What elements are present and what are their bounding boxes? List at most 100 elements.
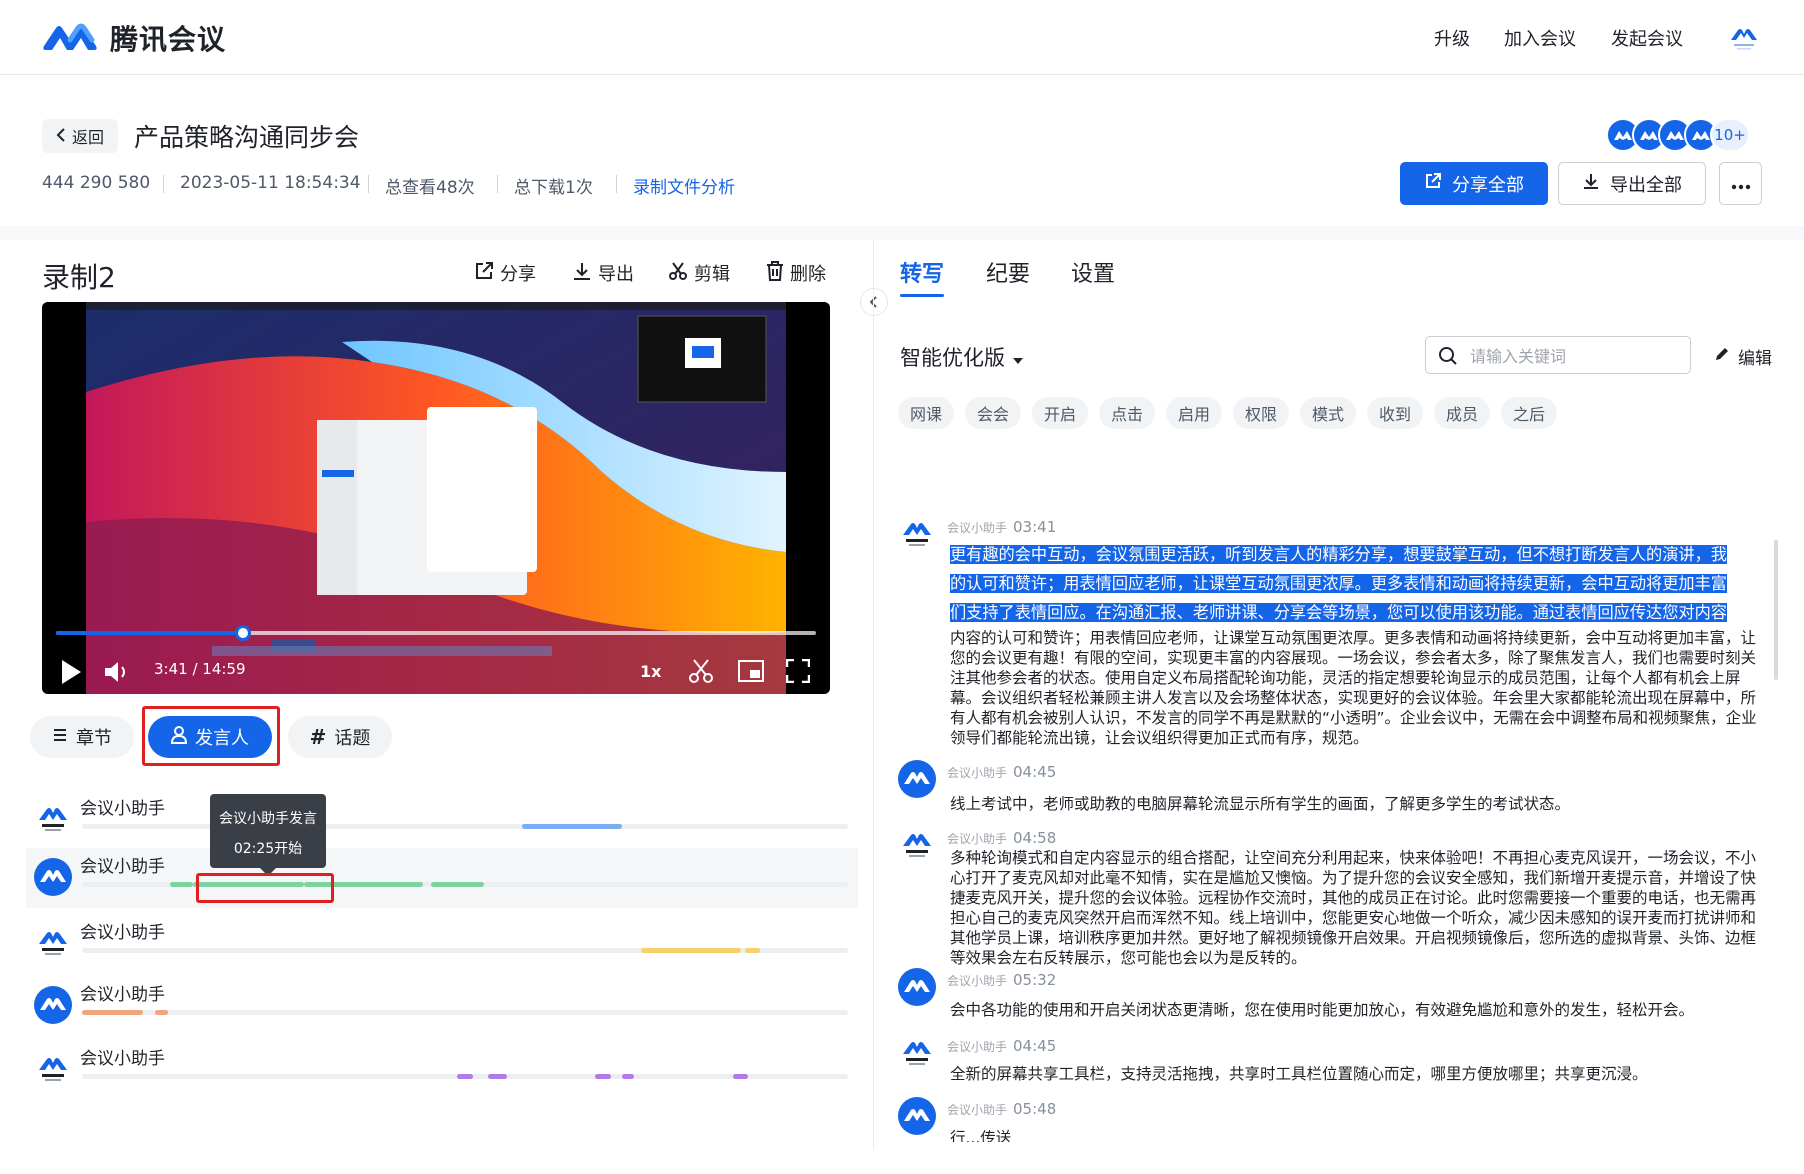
version-dropdown[interactable]: 智能优化版 bbox=[900, 342, 1024, 372]
keyword-tag[interactable]: 成员 bbox=[1434, 397, 1491, 429]
video-progress-handle[interactable] bbox=[234, 625, 251, 641]
meta-divider bbox=[497, 175, 498, 193]
selected-text[interactable]: 更有趣的会中互动，会议氛围更活跃，听到发言人的精彩分享，想要鼓掌互动，但不想打断… bbox=[950, 545, 1727, 564]
transcript-timestamp[interactable]: 04:58 bbox=[1013, 829, 1056, 847]
edit-recording-button[interactable]: 剪辑 bbox=[668, 260, 730, 286]
video-progress-track[interactable] bbox=[56, 631, 816, 635]
keyword-tag[interactable]: 模式 bbox=[1300, 397, 1357, 429]
transcript-timestamp[interactable]: 05:32 bbox=[1013, 971, 1056, 989]
speaker-segment[interactable] bbox=[595, 1074, 611, 1079]
speaker-avatar bbox=[34, 1050, 72, 1088]
video-player[interactable]: 3:41 / 14:59 1x bbox=[42, 302, 830, 694]
fullscreen-icon[interactable] bbox=[785, 658, 811, 687]
scissors-icon[interactable] bbox=[688, 658, 714, 688]
user-avatar[interactable] bbox=[1728, 22, 1760, 54]
transcript-text[interactable]: 内容的认可和赞许；用表情回应老师，让课堂互动氛围更浓厚。更多表情和动画将持续更新… bbox=[950, 628, 1768, 748]
transcript-speaker: 会议小助手 bbox=[947, 1040, 1008, 1054]
transcript-timestamp[interactable]: 03:41 bbox=[1013, 518, 1056, 536]
tencent-meeting-logo-icon[interactable] bbox=[42, 18, 104, 58]
speaker-segment[interactable] bbox=[641, 948, 741, 953]
speaker-row[interactable]: 会议小助手 bbox=[26, 914, 858, 974]
upgrade-link[interactable]: 升级 bbox=[1434, 25, 1470, 51]
speaker-segment[interactable] bbox=[522, 824, 623, 829]
version-label: 智能优化版 bbox=[900, 346, 1005, 370]
playback-speed-button[interactable]: 1x bbox=[640, 662, 661, 681]
keyword-tag[interactable]: 开启 bbox=[1032, 397, 1089, 429]
speaker-segment[interactable] bbox=[622, 1074, 634, 1079]
play-icon[interactable] bbox=[60, 659, 82, 689]
picture-in-picture-icon[interactable] bbox=[738, 660, 764, 686]
tab-chapters[interactable]: 章节 bbox=[30, 716, 134, 758]
highlight-box bbox=[142, 706, 280, 766]
selected-text[interactable]: 的认可和赞许；用表情回应老师，让课堂互动氛围更浓厚。更多表情和动画将持续更新，会… bbox=[950, 574, 1727, 593]
export-all-button[interactable]: 导出全部 bbox=[1558, 162, 1706, 205]
video-time-display: 3:41 / 14:59 bbox=[154, 660, 246, 678]
keyword-search-input[interactable]: 请输入关键词 bbox=[1425, 336, 1691, 374]
recording-analysis-link[interactable]: 录制文件分析 bbox=[633, 173, 735, 198]
tab-transcript[interactable]: 转写 bbox=[900, 256, 944, 288]
share-all-button[interactable]: 分享全部 bbox=[1400, 162, 1548, 205]
meta-divider bbox=[616, 175, 617, 193]
speaker-timeline[interactable] bbox=[82, 824, 848, 829]
meeting-id: 444 290 580 bbox=[42, 173, 151, 193]
export-all-label: 导出全部 bbox=[1610, 174, 1682, 196]
speaker-segment[interactable] bbox=[744, 948, 760, 953]
speaker-segment[interactable] bbox=[457, 1074, 473, 1079]
selected-text[interactable]: 们支持了表情回应。在沟通汇报、老师讲课、分享会等场景，您可以使用该功能。通过表情… bbox=[950, 603, 1727, 622]
transcript-entry-header: 会议小助手 05:32 bbox=[947, 971, 1056, 989]
keyword-tag[interactable]: 收到 bbox=[1367, 397, 1424, 429]
speaker-segment[interactable] bbox=[154, 1010, 168, 1015]
edit-transcript-button[interactable]: 编辑 bbox=[1714, 344, 1772, 369]
speaker-segment[interactable] bbox=[82, 1010, 144, 1015]
tab-topics[interactable]: # 话题 bbox=[288, 716, 392, 758]
tab-minutes[interactable]: 纪要 bbox=[986, 256, 1030, 288]
selected-transcript-line[interactable]: 更有趣的会中互动，会议氛围更活跃，听到发言人的精彩分享，想要鼓掌互动，但不想打断… bbox=[950, 543, 1768, 567]
speaker-row[interactable]: 会议小助手 bbox=[26, 1040, 858, 1100]
more-options-button[interactable] bbox=[1719, 162, 1762, 205]
keyword-tag[interactable]: 之后 bbox=[1501, 397, 1558, 429]
transcript-timestamp[interactable]: 04:45 bbox=[1013, 1037, 1056, 1055]
speaker-row[interactable]: 会议小助手 bbox=[26, 790, 858, 850]
keyword-tag[interactable]: 点击 bbox=[1099, 397, 1156, 429]
transcript-scrollbar[interactable] bbox=[1774, 540, 1778, 680]
speaker-timeline[interactable] bbox=[82, 1010, 848, 1015]
selected-transcript-line[interactable]: 们支持了表情回应。在沟通汇报、老师讲课、分享会等场景，您可以使用该功能。通过表情… bbox=[950, 601, 1768, 625]
transcript-timestamp[interactable]: 05:48 bbox=[1013, 1100, 1056, 1118]
trash-icon bbox=[766, 260, 784, 286]
speaker-timeline[interactable] bbox=[82, 948, 848, 953]
transcript-entry-header: 会议小助手 03:41 bbox=[947, 518, 1056, 536]
transcript-text[interactable]: 多种轮询模式和自定内容显示的组合搭配，让空间充分利用起来，快来体验吧！不再担心麦… bbox=[950, 848, 1768, 968]
speaker-segment[interactable] bbox=[487, 1074, 508, 1079]
speaker-row[interactable]: 会议小助手 bbox=[26, 976, 858, 1036]
speaker-segment[interactable] bbox=[170, 882, 194, 887]
speaker-segment[interactable] bbox=[430, 882, 485, 887]
share-recording-button[interactable]: 分享 bbox=[474, 260, 536, 286]
transcript-speaker: 会议小助手 bbox=[947, 974, 1008, 988]
transcript-text[interactable]: 线上考试中，老师或助教的电脑屏幕轮流显示所有学生的画面，了解更多学生的考试状态。 bbox=[950, 794, 1768, 814]
panel-splitter[interactable] bbox=[873, 240, 874, 1150]
join-meeting-link[interactable]: 加入会议 bbox=[1504, 25, 1576, 51]
transcript-text[interactable]: 行...传送 bbox=[950, 1128, 1768, 1142]
transcript-text[interactable]: 会中各功能的使用和开启关闭状态更清晰，您在使用时能更加放心，有效避免尴尬和意外的… bbox=[950, 1000, 1768, 1020]
speaker-row[interactable]: 会议小助手 bbox=[26, 848, 858, 908]
keyword-tag[interactable]: 权限 bbox=[1233, 397, 1290, 429]
volume-icon[interactable] bbox=[104, 660, 130, 688]
collapse-panel-button[interactable] bbox=[860, 288, 888, 316]
delete-recording-button[interactable]: 删除 bbox=[766, 260, 826, 286]
hashtag-icon: # bbox=[309, 725, 327, 749]
export-recording-button[interactable]: 导出 bbox=[572, 260, 634, 286]
back-button[interactable]: 返回 bbox=[42, 119, 118, 153]
speaker-segment[interactable] bbox=[733, 1074, 749, 1079]
keyword-tag[interactable]: 会会 bbox=[965, 397, 1022, 429]
transcript-text[interactable]: 全新的屏幕共享工具栏，支持灵活拖拽，共享时工具栏位置随心而定，哪里方便放哪里；共… bbox=[950, 1064, 1768, 1084]
tab-settings[interactable]: 设置 bbox=[1071, 256, 1115, 288]
selected-transcript-line[interactable]: 的认可和赞许；用表情回应老师，让课堂互动氛围更浓厚。更多表情和动画将持续更新，会… bbox=[950, 572, 1768, 596]
keyword-tag[interactable]: 网课 bbox=[898, 397, 955, 429]
keyword-tag[interactable]: 启用 bbox=[1166, 397, 1223, 429]
edit-label: 剪辑 bbox=[694, 264, 730, 285]
transcript-entry-header: 会议小助手 04:58 bbox=[947, 829, 1056, 847]
transcript-timestamp[interactable]: 04:45 bbox=[1013, 763, 1056, 781]
participant-avatars[interactable]: 10+ bbox=[1606, 118, 1750, 152]
speaker-timeline[interactable] bbox=[82, 1074, 848, 1079]
start-meeting-link[interactable]: 发起会议 bbox=[1611, 25, 1683, 51]
